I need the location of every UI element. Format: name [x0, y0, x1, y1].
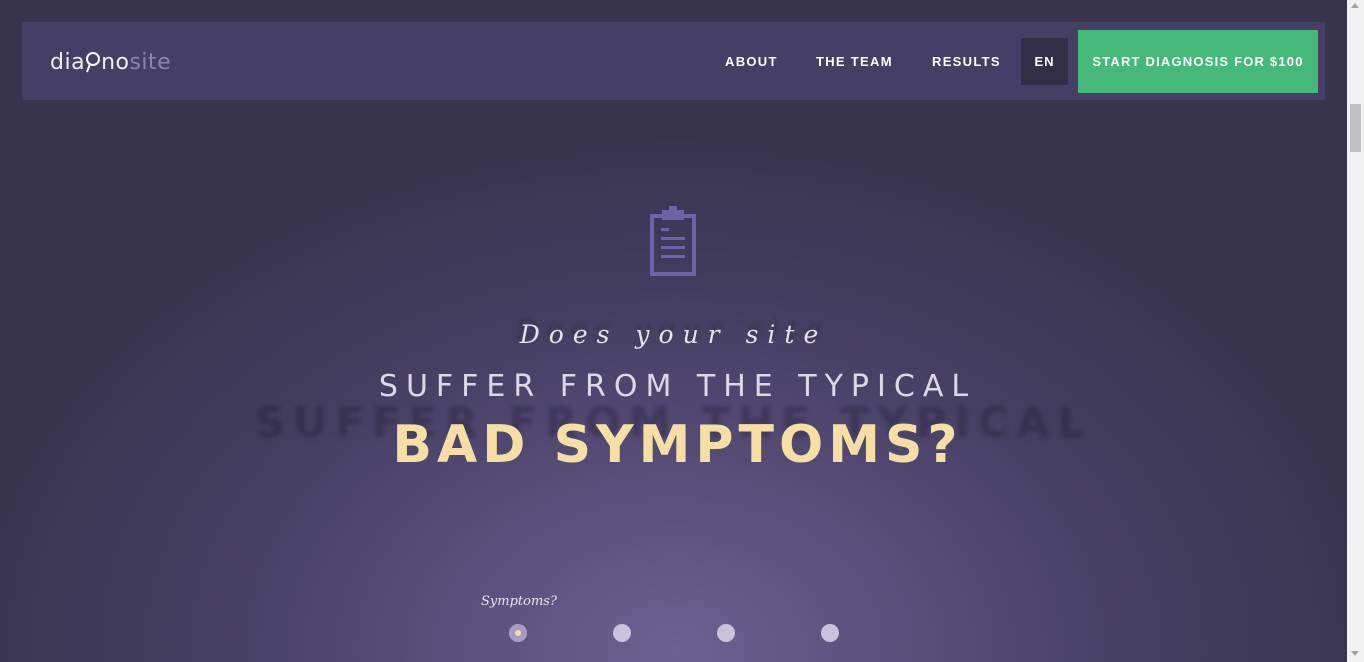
- logo[interactable]: dia no site: [50, 44, 171, 80]
- step-dot-2[interactable]: [613, 624, 631, 642]
- scroll-thumb[interactable]: [1350, 104, 1361, 152]
- scroll-down-arrow-icon[interactable]: [1351, 651, 1359, 656]
- logo-text-part2: no: [101, 49, 130, 75]
- step-dot-3[interactable]: [717, 624, 735, 642]
- nav-results-link[interactable]: RESULTS: [932, 22, 1001, 100]
- vertical-scrollbar[interactable]: [1347, 0, 1364, 662]
- step-label: Symptoms?: [481, 594, 557, 609]
- magnifier-icon: [86, 52, 101, 73]
- top-navbar: dia no site ABOUT THE TEAM RESULTS EN ST…: [22, 22, 1325, 100]
- logo-text-part1: dia: [50, 49, 86, 75]
- hero-heading-primary: BAD SYMPTOMS?: [392, 415, 963, 475]
- logo-text-part3: site: [129, 49, 172, 75]
- hero-heading-secondary: SUFFER FROM THE TYPICAL: [378, 369, 977, 404]
- step-dot-1[interactable]: [509, 624, 527, 642]
- start-diagnosis-button[interactable]: START DIAGNOSIS FOR $100: [1078, 30, 1318, 93]
- hero-subtitle: Does your site: [519, 320, 828, 349]
- language-selector[interactable]: EN: [1021, 38, 1068, 85]
- nav-team-link[interactable]: THE TEAM: [816, 22, 893, 100]
- clipboard-icon: [648, 206, 700, 283]
- step-dot-4[interactable]: [821, 624, 839, 642]
- nav-about-link[interactable]: ABOUT: [725, 22, 778, 100]
- scroll-up-arrow-icon[interactable]: [1351, 3, 1359, 8]
